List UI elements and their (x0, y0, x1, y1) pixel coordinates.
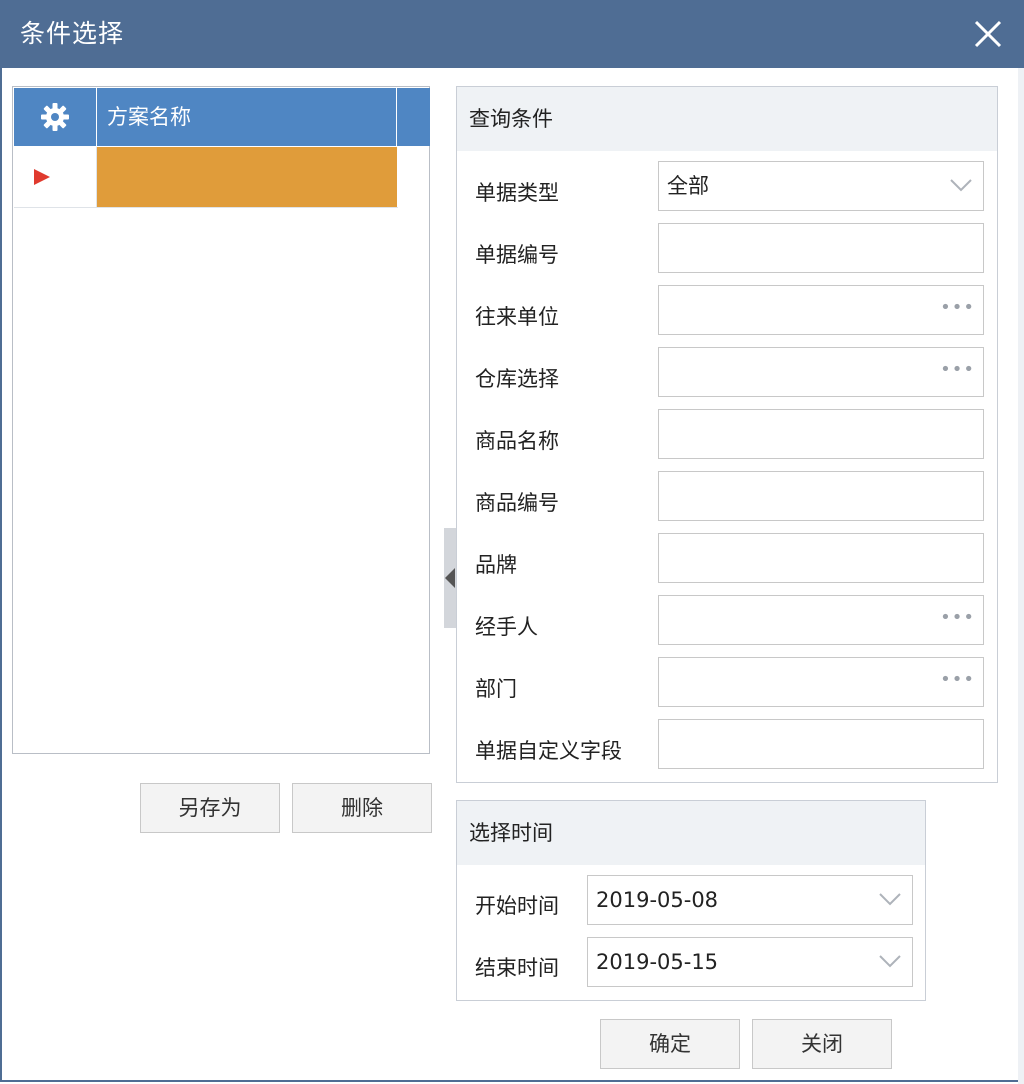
start-time-label: 开始时间 (475, 894, 559, 918)
start-date-value: 2019-05-08 (596, 888, 719, 912)
end-date-value: 2019-05-15 (596, 950, 719, 974)
partner-label: 往来单位 (475, 305, 559, 329)
chevron-down-icon (879, 955, 901, 968)
column-header-scheme-name[interactable]: 方案名称 (97, 88, 397, 146)
end-date-picker[interactable]: 2019-05-15 (587, 937, 913, 987)
triangle-right-icon (34, 169, 50, 185)
doc-type-select[interactable]: 全部 (658, 161, 984, 211)
scheme-list: 方案名称 (12, 86, 430, 754)
department-input[interactable]: ••• (658, 657, 984, 707)
warehouse-input[interactable]: ••• (658, 347, 984, 397)
grid-settings-button[interactable] (14, 88, 97, 146)
time-selection-group: 选择时间 开始时间 2019-05-08 结束时间 2019-05-15 (456, 800, 926, 1001)
dialog-titlebar: 条件选择 (0, 0, 1024, 68)
close-icon (974, 20, 1002, 48)
custom-field-label: 单据自定义字段 (475, 739, 622, 763)
ellipsis-icon[interactable]: ••• (940, 596, 975, 640)
dialog-title: 条件选择 (20, 19, 125, 48)
background-strip (1018, 68, 1024, 1084)
ellipsis-icon[interactable]: ••• (940, 348, 975, 392)
handler-input[interactable]: ••• (658, 595, 984, 645)
doc-number-label: 单据编号 (475, 243, 559, 267)
close-dialog-button[interactable]: 关闭 (752, 1019, 892, 1069)
product-code-input[interactable] (658, 471, 984, 521)
partner-input[interactable]: ••• (658, 285, 984, 335)
end-time-label: 结束时间 (475, 956, 559, 980)
query-conditions-title: 查询条件 (457, 87, 997, 151)
warehouse-label: 仓库选择 (475, 367, 559, 391)
custom-field-input[interactable] (658, 719, 984, 769)
scheme-grid-header: 方案名称 (14, 88, 430, 146)
table-row[interactable] (14, 147, 398, 208)
scheme-name-cell[interactable] (97, 147, 397, 207)
doc-number-input[interactable] (658, 223, 984, 273)
close-button[interactable] (968, 14, 1008, 54)
save-as-button[interactable]: 另存为 (140, 783, 280, 833)
query-conditions-group: 查询条件 单据类型 全部 单据编号 往来单位 ••• 仓库选择 ••• 商品名称… (456, 86, 998, 783)
gear-icon (41, 103, 69, 131)
handler-label: 经手人 (475, 615, 538, 639)
time-selection-title: 选择时间 (457, 801, 925, 865)
doc-type-value: 全部 (667, 174, 709, 198)
product-name-label: 商品名称 (475, 429, 559, 453)
panel-splitter[interactable] (444, 528, 456, 628)
chevron-down-icon (950, 179, 972, 192)
triangle-left-icon (445, 568, 455, 588)
doc-type-label: 单据类型 (475, 181, 559, 205)
delete-button[interactable]: 删除 (292, 783, 432, 833)
product-name-input[interactable] (658, 409, 984, 459)
product-code-label: 商品编号 (475, 491, 559, 515)
start-date-picker[interactable]: 2019-05-08 (587, 875, 913, 925)
department-label: 部门 (475, 677, 517, 701)
ellipsis-icon[interactable]: ••• (940, 658, 975, 702)
brand-input[interactable] (658, 533, 984, 583)
ellipsis-icon[interactable]: ••• (940, 286, 975, 330)
ok-button[interactable]: 确定 (600, 1019, 740, 1069)
brand-label: 品牌 (475, 553, 517, 577)
row-indicator (14, 147, 97, 207)
chevron-down-icon (879, 893, 901, 906)
